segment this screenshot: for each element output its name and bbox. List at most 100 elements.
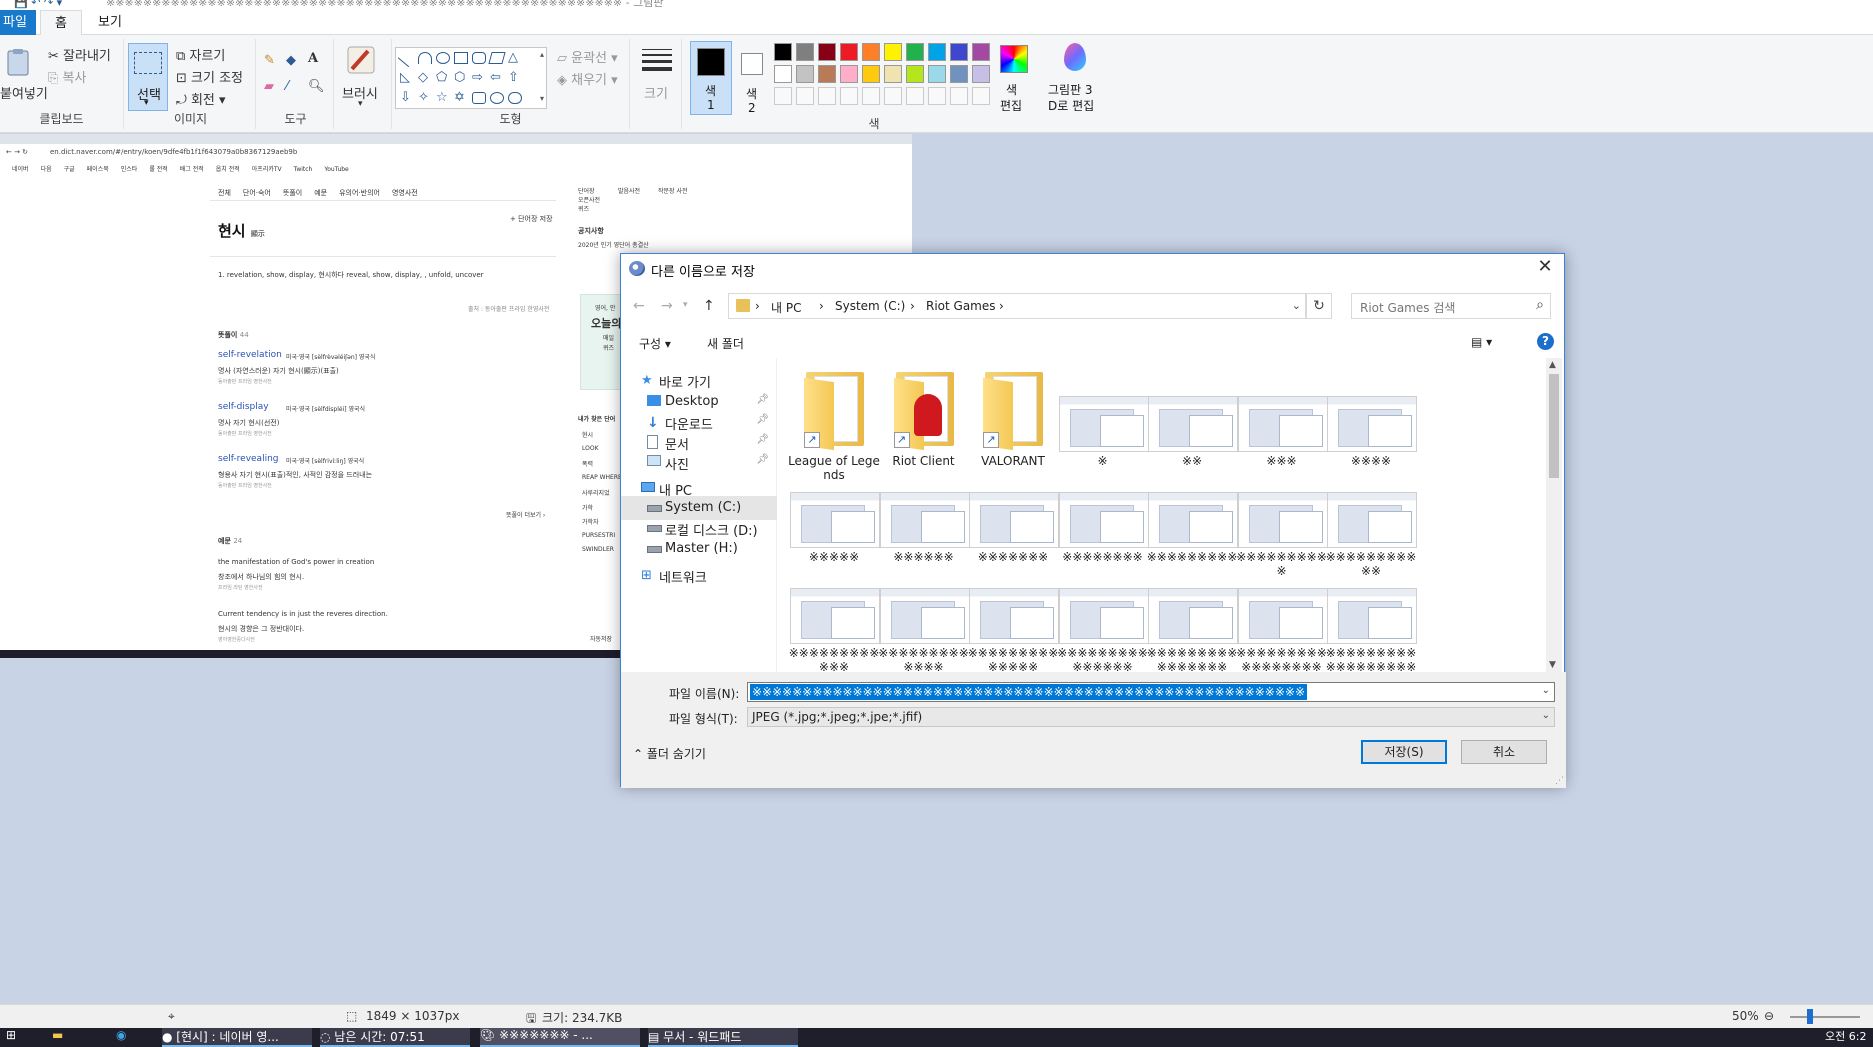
callout-oval-shape-icon[interactable] (490, 92, 504, 104)
text-icon[interactable]: A (308, 51, 318, 66)
scroll-up-icon[interactable]: ▴ (540, 50, 544, 59)
image-file-item[interactable]: ※※※※※※※※※※※※※※※ (1057, 554, 1149, 672)
outline-button[interactable]: ▱ 윤곽선 ▾ (557, 47, 618, 66)
palette-swatch[interactable] (906, 43, 924, 61)
oval-shape-icon[interactable] (436, 52, 450, 64)
image-file-item[interactable]: ※※※※※※※※※ (1146, 458, 1238, 564)
paint3d-button[interactable]: 그림판 3 D로 편집 (1044, 41, 1104, 115)
quick-access-toolbar[interactable]: 💾 ↶ ↷ ▾ (14, 0, 62, 9)
palette-swatch[interactable] (796, 43, 814, 61)
magnifier-icon[interactable]: 🔍︎ (308, 79, 325, 94)
scroll-down-icon[interactable]: ▼ (1549, 660, 1556, 670)
polygon-shape-icon[interactable] (488, 52, 506, 64)
palette-swatch[interactable] (928, 65, 946, 83)
close-icon[interactable]: ✕ (1534, 256, 1556, 278)
color2-button[interactable]: 색 2 (738, 41, 768, 115)
tab-view[interactable]: 보기 (84, 10, 136, 35)
triangle-shape-icon[interactable]: △ (508, 51, 522, 64)
chevron-down-icon[interactable]: ⌄ (1292, 299, 1301, 312)
filetype-select[interactable]: JPEG (*.jpg;*.jpeg;*.jpe;*.jfif) ⌄ (747, 707, 1555, 727)
line-shape-icon[interactable] (397, 48, 417, 68)
image-file-item[interactable]: ※※※※ (1325, 362, 1417, 468)
zoom-slider[interactable] (1790, 1016, 1860, 1018)
hexagon-shape-icon[interactable]: ⬡ (454, 71, 468, 84)
taskbar-app-browser[interactable]: ● [현시] : 네이버 영... (162, 1028, 312, 1047)
image-file-item[interactable]: ※※※ (1236, 362, 1328, 468)
five-point-star-shape-icon[interactable]: ☆ (436, 91, 450, 104)
image-file-item[interactable]: ※※※※※※※※※※※※※ (878, 554, 970, 672)
image-file-item[interactable]: ※※※※※※※ (967, 458, 1059, 564)
image-file-item[interactable]: ※※※※※ (788, 458, 880, 564)
edit-colors-button[interactable]: 색 편집 (996, 41, 1032, 115)
pencil-icon[interactable]: ✎ (264, 53, 275, 68)
callout-rect-shape-icon[interactable] (472, 92, 486, 104)
scroll-thumb[interactable] (1549, 374, 1559, 478)
pentagon-shape-icon[interactable]: ⬠ (436, 71, 450, 84)
nav-item[interactable]: ⊞ 네트워크 (621, 563, 777, 587)
rounded-rectangle-shape-icon[interactable] (472, 52, 486, 64)
palette-swatch[interactable] (862, 43, 880, 61)
filename-field[interactable]: ※※※※※※※※※※※※※※※※※※※※※※※※※※※※※※※※※※※※※※※※… (747, 682, 1555, 702)
palette-swatch[interactable] (862, 65, 880, 83)
chevron-down-icon[interactable]: ⌄ (1542, 685, 1550, 696)
palette-swatch[interactable] (774, 65, 792, 83)
hide-folders-button[interactable]: ⌃ 폴더 숨기기 (633, 745, 706, 762)
taskbar-app-wordpad[interactable]: ▤ 무서 - 워드패드 (648, 1028, 798, 1047)
cancel-button[interactable]: 취소 (1461, 740, 1547, 764)
image-file-item[interactable]: ※※※※※※※※※※※※※※※※※※ (1325, 554, 1417, 672)
right-triangle-shape-icon[interactable]: ◺ (400, 71, 414, 84)
size-button[interactable]: 크기 (644, 83, 668, 102)
palette-swatch[interactable] (950, 65, 968, 83)
nav-item[interactable]: 사진 📌︎ (621, 450, 777, 474)
shapes-gallery[interactable]: △ ◺ ◇ ⬠ ⬡ ⇨ ⇦ ⇧ ⇩ ✧ ☆ ✡ ▴ ▾ (395, 47, 547, 109)
image-file-item[interactable]: ※ (1057, 362, 1149, 468)
rectangle-shape-icon[interactable] (454, 52, 468, 64)
new-folder-button[interactable]: 새 폴더 (707, 335, 744, 352)
palette-swatch[interactable] (906, 65, 924, 83)
chevron-down-icon[interactable]: ⌄ (1542, 710, 1550, 721)
palette-swatch[interactable] (950, 87, 968, 105)
image-file-item[interactable]: ※※※※※※※※※※※ (1325, 458, 1417, 578)
image-file-item[interactable]: ※※※※※※※※※※※※ (788, 554, 880, 672)
palette-swatch[interactable] (862, 87, 880, 105)
fill-button[interactable]: ◈ 채우기 ▾ (557, 69, 618, 88)
tab-file[interactable]: 파일 (0, 10, 36, 35)
search-input[interactable]: Riot Games 검색 ⌕ (1351, 293, 1551, 319)
four-point-star-shape-icon[interactable]: ✧ (418, 91, 432, 104)
nav-item[interactable]: ★ 바로 가기 (621, 368, 777, 392)
cut-button[interactable]: ✂ 잘라내기 (48, 45, 111, 64)
palette-swatch[interactable] (906, 87, 924, 105)
taskbar-app-timer[interactable]: ◌ 남은 시간: 07:51 (320, 1028, 470, 1047)
expand-icon[interactable]: ▾ (540, 94, 544, 103)
zoom-slider-thumb[interactable] (1807, 1009, 1813, 1024)
curve-shape-icon[interactable] (418, 52, 432, 64)
edge-icon[interactable]: ◉ (116, 1028, 142, 1047)
up-arrow-shape-icon[interactable]: ⇧ (508, 71, 522, 84)
copy-button[interactable]: ⎘ 복사 (48, 67, 86, 86)
forward-arrow-icon[interactable]: → (661, 298, 673, 314)
start-icon[interactable]: ⊞ (6, 1028, 26, 1047)
image-file-item[interactable]: ※※※※※※※※※※※※※※ (967, 554, 1059, 672)
left-arrow-shape-icon[interactable]: ⇦ (490, 71, 504, 84)
folder-item[interactable]: ↗ VALORANT (967, 362, 1059, 468)
palette-swatch[interactable] (840, 43, 858, 61)
palette-swatch[interactable] (972, 65, 990, 83)
breadcrumb-riot-games[interactable]: Riot Games (926, 299, 996, 313)
file-list-scrollbar[interactable]: ▲ ▼ (1546, 358, 1562, 672)
right-arrow-shape-icon[interactable]: ⇨ (472, 71, 486, 84)
palette-swatch[interactable] (972, 43, 990, 61)
image-file-item[interactable]: ※※※※※※※※ (1057, 458, 1149, 564)
image-file-item[interactable]: ※※※※※※ (878, 458, 970, 564)
down-arrow-shape-icon[interactable]: ⇩ (400, 91, 414, 104)
address-bar[interactable]: › 내 PC › System (C:) › Riot Games › ⌄ (728, 293, 1306, 319)
palette-swatch[interactable] (884, 43, 902, 61)
back-arrow-icon[interactable]: ← (633, 298, 645, 314)
up-arrow-icon[interactable]: ↑ (703, 298, 715, 314)
callout-cloud-shape-icon[interactable] (508, 92, 522, 104)
palette-swatch[interactable] (840, 65, 858, 83)
palette-swatch[interactable] (774, 87, 792, 105)
save-button[interactable]: 저장(S) (1361, 740, 1447, 764)
color-picker-icon[interactable]: ⁄ (286, 79, 288, 94)
image-file-item[interactable]: ※※※※※※※※※※※※※※※※※ (1236, 554, 1328, 672)
paste-button[interactable]: 붙여넣기 (0, 83, 48, 102)
